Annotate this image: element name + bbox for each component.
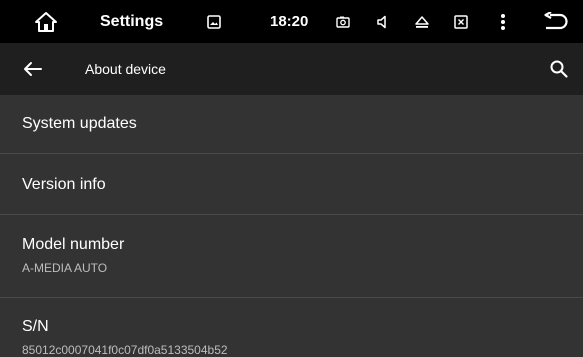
arrow-back-icon [22,61,42,77]
back-button[interactable] [22,43,52,95]
list-item-serial-number[interactable]: S/N 85012c0007041f0c07df0a5133504b52 [0,298,583,357]
list-item-subtitle: A-MEDIA AUTO [22,261,108,275]
status-bar: Settings 18:20 [0,0,583,43]
status-title-container: Settings [100,0,172,43]
page-title: About device [85,61,166,77]
list-item-model-number[interactable]: Model number A-MEDIA AUTO [0,215,583,298]
eject-button[interactable] [411,0,433,43]
list-item-title: Model number [22,236,125,253]
more-options-button[interactable] [494,0,512,43]
clock: 18:20 [270,13,309,30]
eject-icon [414,14,430,30]
search-button[interactable] [550,43,576,95]
home-button[interactable] [28,0,64,43]
list-item-title: Version info [22,176,106,193]
app-bar: About device [0,43,583,95]
close-box-icon [454,14,468,29]
volume-button[interactable] [372,0,394,43]
system-back-button[interactable] [538,0,572,43]
search-icon [550,60,568,78]
settings-list: System updates Version info Model number… [0,95,583,357]
screenshot-icon [336,16,350,28]
image-notification[interactable] [203,0,225,43]
list-item-version-info[interactable]: Version info [0,154,583,215]
home-icon [34,11,58,33]
list-item-system-updates[interactable]: System updates [0,95,583,154]
list-item-title: System updates [22,115,137,132]
image-icon [207,14,221,29]
volume-icon [375,14,391,30]
page-title-container: About device [85,43,285,95]
clock-container: 18:20 [270,0,322,43]
list-item-title: S/N [22,318,49,335]
back-return-icon [542,11,568,32]
close-box-button[interactable] [450,0,472,43]
screenshot-button[interactable] [332,0,354,43]
more-vert-icon [500,13,506,31]
status-title: Settings [100,12,164,30]
